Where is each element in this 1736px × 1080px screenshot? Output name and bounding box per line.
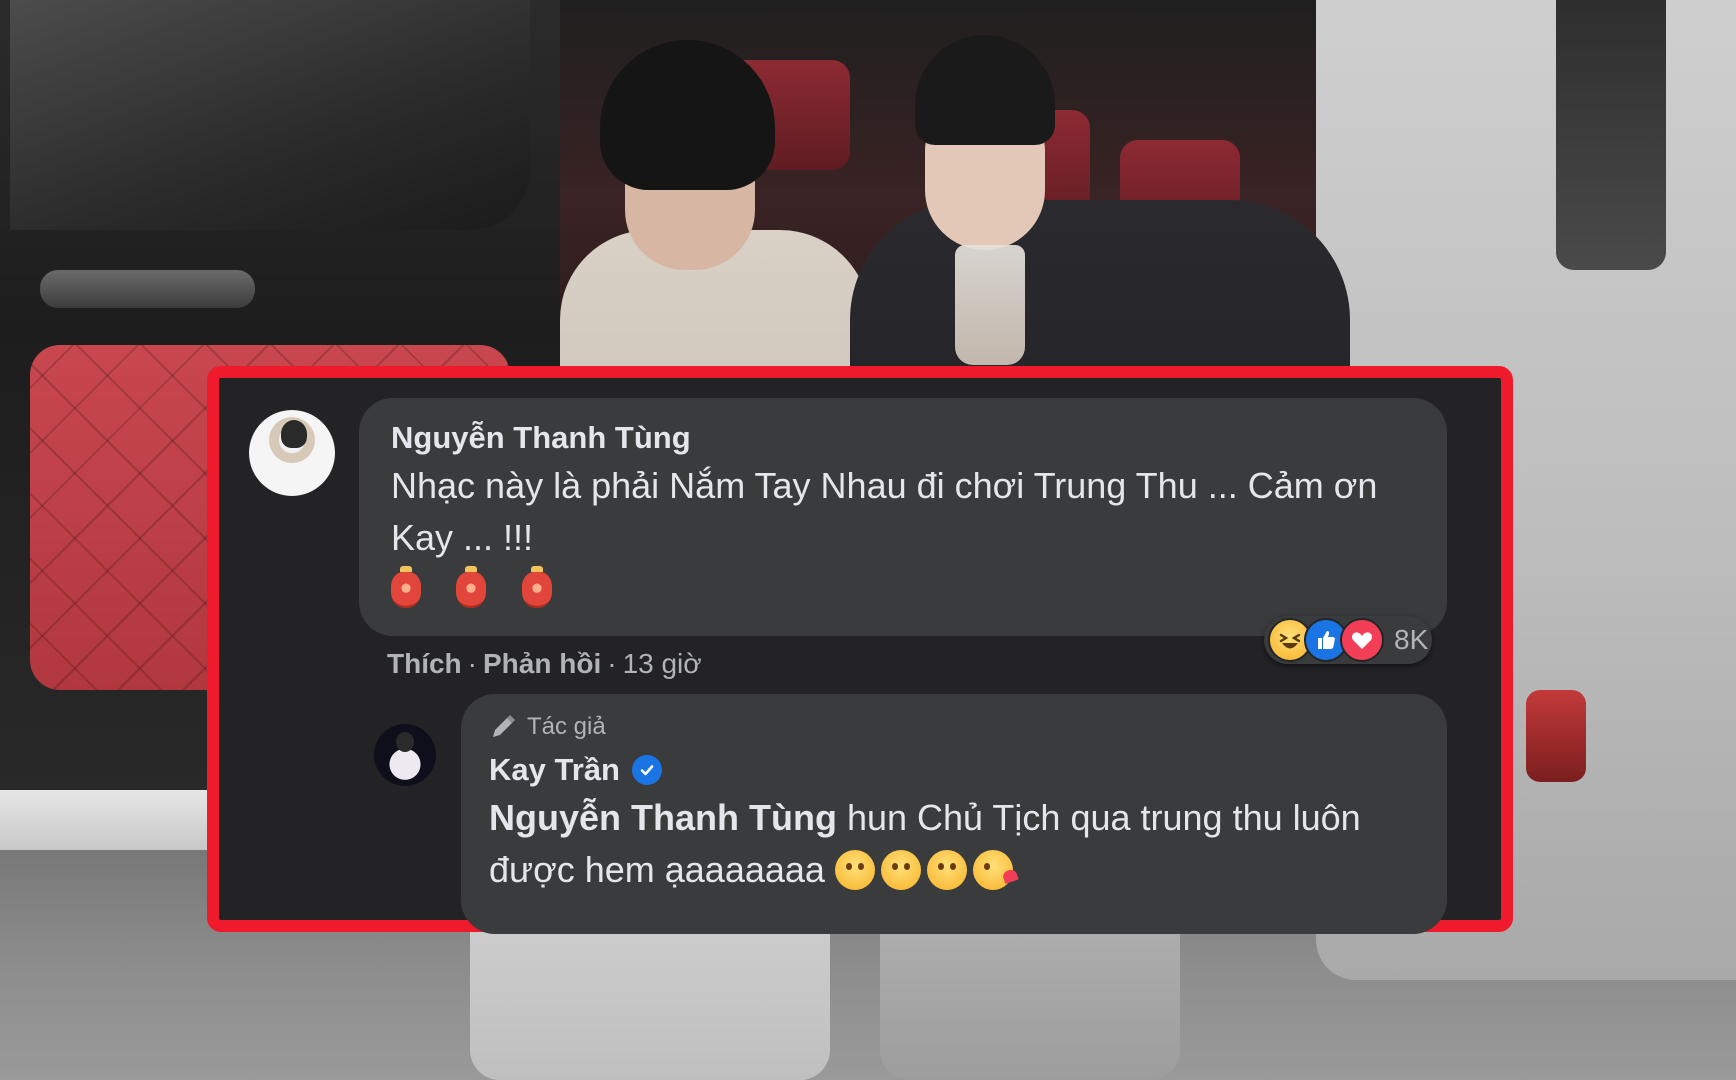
reply-author-avatar[interactable] [374,724,436,786]
lantern-icon [521,566,552,608]
reply-author-name[interactable]: Kay Trần [489,752,620,788]
like-action-link[interactable]: Thích [387,648,462,679]
photo-car-window-left [10,0,530,230]
photo-iced-drink [955,245,1025,365]
comment-text: Nhạc này là phải Nắm Tay Nhau đi chơi Tr… [391,465,1378,558]
screenshot-stage: Nguyễn Thanh Tùng Nhạc này là phải Nắm T… [0,0,1736,1080]
author-badge: Tác giả [489,712,1419,742]
commenter-avatar[interactable] [249,410,335,496]
love-reaction-icon [1340,618,1384,662]
mention-link[interactable]: Nguyễn Thanh Tùng [489,797,837,838]
smiling-face-icon [926,850,967,890]
reply-bubble: Tác giả Kay Trần Nguyễn Thanh Tùng hun C… [461,694,1447,934]
comment-timestamp[interactable]: 13 giờ [623,648,702,679]
photo-car-window-right [1556,0,1666,270]
reply-author-row: Kay Trần [489,752,1419,788]
smiling-face-icon [880,850,921,890]
lantern-icon [391,566,421,608]
heart-icon [1001,867,1019,885]
author-badge-label: Tác giả [527,713,606,740]
separator-dot: · [467,648,477,679]
comment-bubble: Nguyễn Thanh Tùng Nhạc này là phải Nắm T… [359,398,1447,636]
comment-author-name[interactable]: Nguyễn Thanh Tùng [391,420,1415,456]
lantern-icon [456,566,487,608]
photo-tail-light [1526,690,1586,782]
kissing-heart-icon [972,850,1019,890]
reaction-count: 8K [1394,624,1429,655]
comment-action-row: Thích · Phản hồi · 13 giờ [387,646,702,682]
photo-door-handle [40,270,255,308]
lantern-emoji-row [391,566,1415,617]
comment-highlight-frame: Nguyễn Thanh Tùng Nhạc này là phải Nắm T… [207,366,1513,934]
verified-badge-icon [631,755,662,785]
separator-dot: · [607,648,617,679]
reply-text: Nguyễn Thanh Tùng hun Chủ Tịch qua trung… [489,792,1419,896]
reaction-summary[interactable]: 8K [1264,616,1432,664]
pen-icon [493,715,515,737]
face-with-open-mouth-icon [834,850,875,890]
reply-action-link[interactable]: Phản hồi [483,648,601,679]
